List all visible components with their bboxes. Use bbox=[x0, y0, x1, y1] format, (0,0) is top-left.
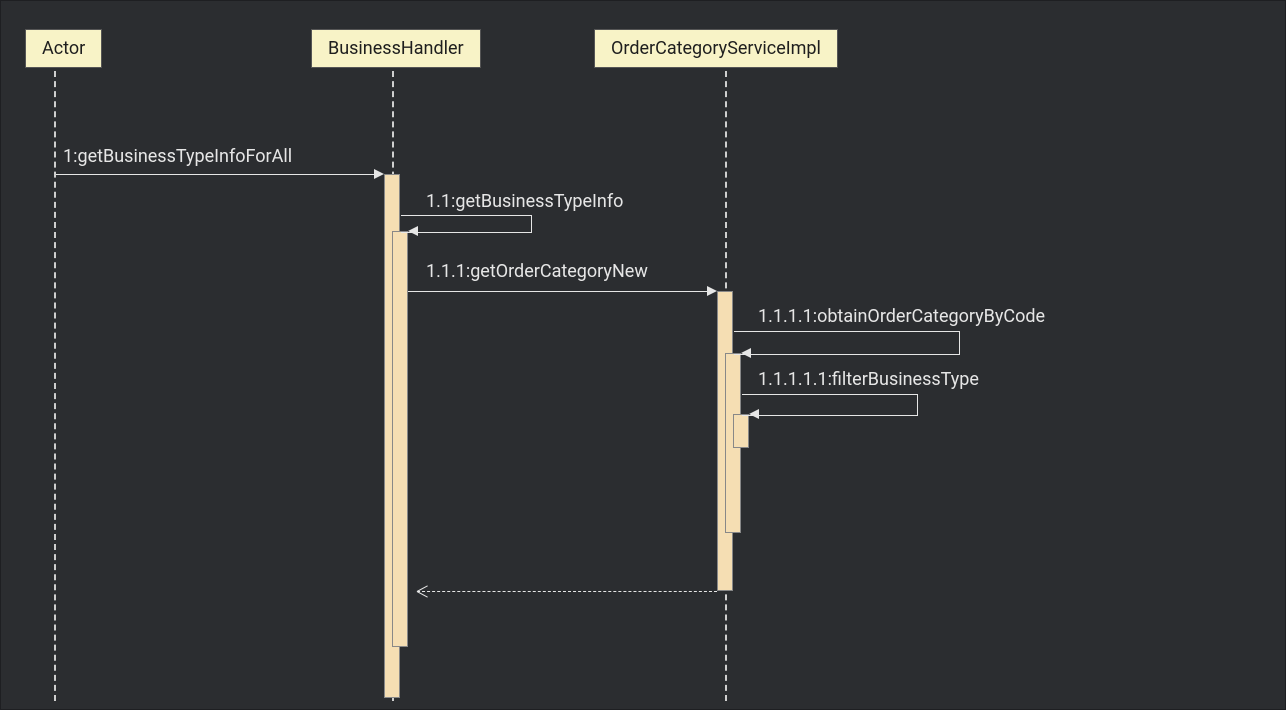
lifeline-actor bbox=[54, 71, 56, 701]
sequence-diagram: Actor BusinessHandler OrderCategoryServi… bbox=[0, 0, 1286, 710]
self-call-line bbox=[401, 215, 532, 233]
arrow-head-icon bbox=[741, 348, 751, 358]
message-label: 1.1.1.1.1:filterBusinessType bbox=[758, 369, 979, 390]
arrow-line bbox=[408, 291, 707, 292]
arrow-head-icon bbox=[707, 286, 717, 296]
arrow-head-icon bbox=[374, 169, 384, 179]
participant-label: BusinessHandler bbox=[328, 38, 464, 59]
self-call-line bbox=[734, 331, 960, 355]
participant-ordercategoryserviceimpl: OrderCategoryServiceImpl bbox=[594, 29, 838, 68]
participant-actor: Actor bbox=[25, 29, 102, 68]
message-label: 1:getBusinessTypeInfoForAll bbox=[63, 146, 292, 167]
arrow-line bbox=[56, 174, 374, 175]
message-label: 1.1:getBusinessTypeInfo bbox=[426, 191, 623, 212]
participant-label: Actor bbox=[42, 38, 85, 59]
activation-bar bbox=[392, 231, 408, 647]
self-call-line bbox=[742, 394, 918, 416]
arrow-head-icon bbox=[408, 226, 418, 236]
arrow-head-icon bbox=[749, 409, 759, 419]
participant-businesshandler: BusinessHandler bbox=[311, 29, 481, 68]
return-line bbox=[417, 591, 717, 592]
activation-bar bbox=[733, 414, 749, 448]
message-label: 1.1.1:getOrderCategoryNew bbox=[426, 261, 648, 282]
participant-label: OrderCategoryServiceImpl bbox=[611, 38, 821, 59]
message-label: 1.1.1.1:obtainOrderCategoryByCode bbox=[758, 306, 1045, 327]
